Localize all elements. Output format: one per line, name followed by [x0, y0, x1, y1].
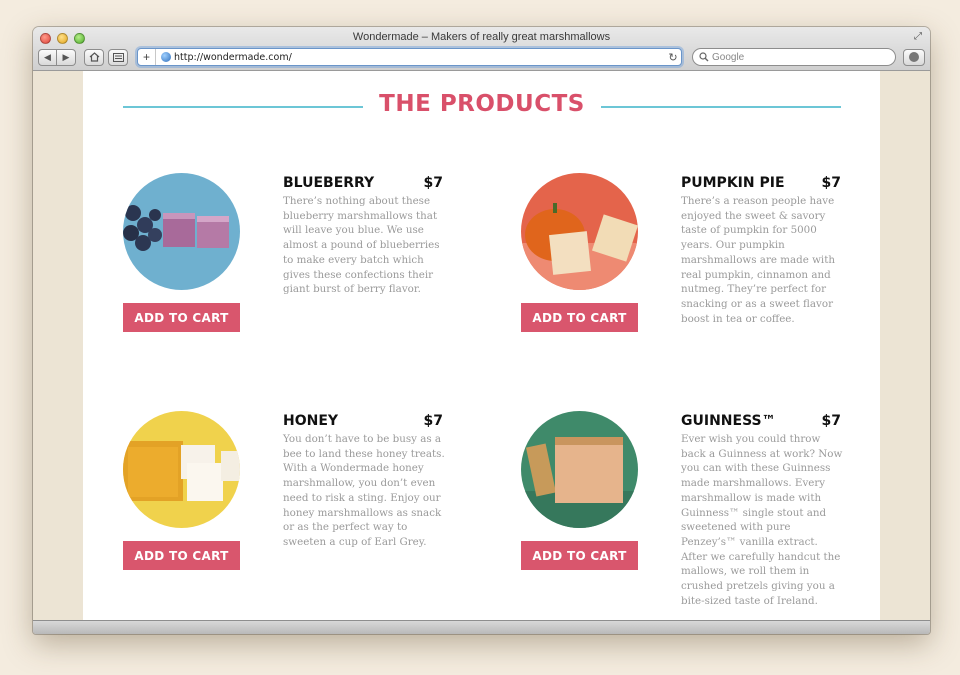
product-price: $7: [423, 413, 443, 429]
fullscreen-icon[interactable]: ⤢: [914, 31, 922, 42]
address-bar[interactable]: + http://wondermade.com/ ↻: [137, 48, 682, 66]
product-image-blueberry[interactable]: [123, 173, 240, 290]
add-to-cart-button-pumpkin-pie[interactable]: ADD TO CART: [521, 303, 638, 332]
product-description: There’s a reason people have enjoyed the…: [681, 195, 835, 325]
forward-button[interactable]: ▶: [57, 48, 76, 66]
product-name: BLUEBERRY: [283, 175, 375, 191]
section-header: THE PRODUCTS: [123, 91, 841, 123]
section-title: THE PRODUCTS: [379, 91, 585, 117]
product-image-honey[interactable]: [123, 411, 240, 528]
product-card-honey: ADD TO CART HONEY $7 You don’t have to b…: [123, 411, 453, 611]
browser-toolbar: ◀ ▶ + http://wondermade.com/ ↻ Google: [38, 48, 925, 66]
product-image-pumpkin-pie[interactable]: [521, 173, 638, 290]
product-card-blueberry: ADD TO CART BLUEBERRY $7 There’s nothing…: [123, 173, 453, 373]
product-price: $7: [821, 413, 841, 429]
site-globe-icon: [161, 52, 171, 62]
reader-button[interactable]: [108, 48, 128, 66]
product-name: GUINNESS™: [681, 413, 776, 429]
reload-icon[interactable]: ↻: [665, 51, 681, 64]
home-icon: [89, 52, 99, 62]
url-text[interactable]: http://wondermade.com/: [174, 52, 665, 63]
product-image-guinness[interactable]: [521, 411, 638, 528]
product-description: There’s nothing about these blueberry ma…: [283, 195, 440, 296]
add-to-cart-button-guinness[interactable]: ADD TO CART: [521, 541, 638, 570]
product-price: $7: [423, 175, 443, 191]
browser-window: Wondermade – Makers of really great mars…: [33, 27, 930, 634]
add-bookmark-icon[interactable]: +: [138, 49, 156, 65]
product-description: Ever wish you could throw back a Guinnes…: [681, 433, 843, 607]
history-nav: ◀ ▶: [38, 48, 76, 66]
forward-arrow-icon: ▶: [62, 51, 70, 62]
product-name: PUMPKIN PIE: [681, 175, 785, 191]
product-price: $7: [821, 175, 841, 191]
reader-icon: [112, 52, 124, 62]
back-button[interactable]: ◀: [38, 48, 57, 66]
back-arrow-icon: ◀: [44, 51, 51, 62]
search-placeholder: Google: [712, 51, 745, 63]
product-card-pumpkin-pie: ADD TO CART PUMPKIN PIE $7 There’s a rea…: [521, 173, 851, 373]
product-description: You don’t have to be busy as a bee to la…: [283, 433, 445, 548]
products-page: THE PRODUCTS ADD TO CART BLUEBERRY $7 Th…: [83, 71, 880, 620]
web-viewport: THE PRODUCTS ADD TO CART BLUEBERRY $7 Th…: [33, 71, 930, 620]
title-bar: Wondermade – Makers of really great mars…: [33, 27, 930, 71]
product-card-guinness: ADD TO CART GUINNESS™ $7 Ever wish you c…: [521, 411, 851, 611]
window-title: Wondermade – Makers of really great mars…: [352, 31, 611, 43]
add-to-cart-button-blueberry[interactable]: ADD TO CART: [123, 303, 240, 332]
product-name: HONEY: [283, 413, 339, 429]
download-icon: [909, 52, 919, 62]
downloads-button[interactable]: [903, 48, 925, 66]
header-rule-right: [601, 106, 841, 108]
status-bar: [33, 620, 930, 634]
home-button[interactable]: [84, 48, 104, 66]
add-to-cart-button-honey[interactable]: ADD TO CART: [123, 541, 240, 570]
search-icon: [699, 52, 709, 62]
search-field[interactable]: Google: [692, 48, 896, 66]
